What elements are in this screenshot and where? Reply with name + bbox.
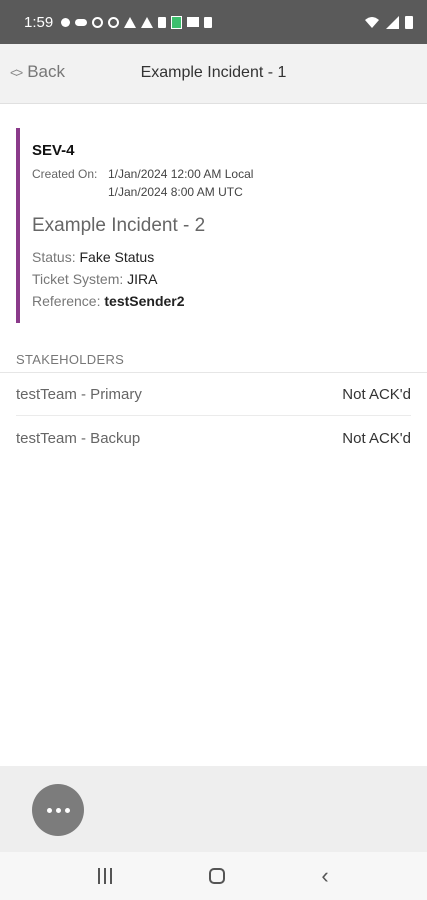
wifi-icon [365, 17, 379, 28]
status-field: Status: Fake Status [32, 249, 411, 265]
image-icon [187, 17, 200, 27]
circle-icon [92, 16, 104, 28]
incident-card: SEV-4 Created On: 1/Jan/2024 12:00 AM Lo… [16, 128, 411, 323]
home-icon[interactable] [208, 868, 225, 884]
back-icon[interactable]: ‹ [321, 863, 328, 889]
more-dot [64, 807, 70, 813]
ticket-system-field: Ticket System: JIRA [32, 271, 411, 287]
ticket-system-label: Ticket System: [32, 271, 124, 287]
app-notification-icon [171, 15, 183, 29]
battery-icon [405, 16, 413, 29]
severity-label: SEV-4 [32, 142, 75, 159]
reference-label: Reference: [32, 293, 101, 309]
system-navigation-bar: ‹ [0, 852, 427, 900]
incident-title: Example Incident - 2 [32, 215, 206, 236]
created-local: 1/Jan/2024 12:00 AM Local [108, 167, 254, 181]
file-icon [204, 16, 213, 28]
phone-icon [158, 16, 167, 28]
reference-value: testSender2 [104, 293, 185, 309]
recent-apps-icon[interactable] [98, 868, 113, 884]
back-arrow-icon: <> [10, 64, 23, 80]
created-values: 1/Jan/2024 12:00 AM Local 1/Jan/2024 8:0… [108, 165, 253, 201]
stakeholder-name: testTeam - Backup [16, 429, 141, 447]
status-bar: 1:59 [0, 0, 427, 44]
stakeholder-row[interactable]: testTeam - Backup Not ACK'd [16, 416, 411, 460]
cloud-icon [75, 18, 88, 26]
signal-icon [386, 15, 399, 29]
stakeholder-row[interactable]: testTeam - Primary Not ACK'd [16, 372, 411, 416]
more-horizontal-icon [46, 807, 52, 813]
sync-icon [108, 16, 120, 28]
stakeholders-header: STAKEHOLDERS [16, 352, 125, 367]
created-utc: 1/Jan/2024 8:00 AM UTC [108, 185, 243, 199]
more-dot [55, 807, 61, 813]
stakeholder-ack-status: Not ACK'd [342, 429, 411, 447]
stakeholder-name: testTeam - Primary [16, 385, 142, 403]
status-label: Status: [32, 249, 76, 265]
created-on: Created On: 1/Jan/2024 12:00 AM Local 1/… [32, 165, 411, 201]
back-label: Back [27, 62, 65, 81]
status-value: Fake Status [79, 249, 155, 265]
settings-icon [61, 17, 71, 27]
stakeholder-ack-status: Not ACK'd [342, 385, 411, 403]
reference-field: Reference: testSender2 [32, 293, 411, 309]
alert-icon [141, 16, 154, 28]
back-button[interactable]: <> Back [10, 62, 65, 82]
app-header: Example Incident - 1 <> Back [0, 44, 427, 104]
warning-icon [124, 16, 137, 28]
ticket-system-value: JIRA [127, 271, 158, 287]
created-label: Created On: [32, 167, 98, 181]
status-time: 1:59 [24, 13, 54, 31]
notification-icons [61, 15, 213, 29]
status-right [364, 15, 413, 29]
more-actions-button[interactable] [32, 784, 84, 836]
